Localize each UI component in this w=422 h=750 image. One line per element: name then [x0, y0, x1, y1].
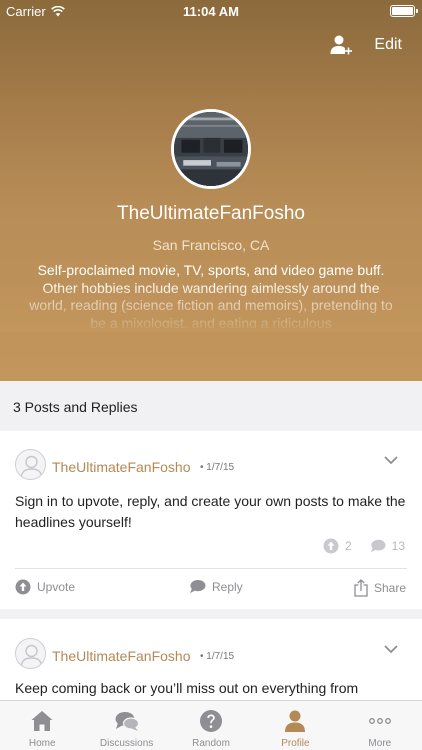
post-body: Keep coming back or you’ll miss out on e… — [15, 680, 359, 696]
tab-label: Profile — [281, 738, 310, 749]
tab-label: Discussions — [99, 738, 154, 749]
post-card[interactable]: TheUltimateFanFosho • 1/7/15 Sign in to … — [0, 431, 422, 609]
status-bar: Carrier 11:04 AM — [0, 0, 422, 22]
posts-count-title: 3 Posts and Replies — [13, 399, 138, 415]
user-placeholder-icon — [20, 644, 43, 668]
chevron-down-icon[interactable] — [384, 456, 398, 465]
tab-bar: Home Discussions Random Profile More — [0, 700, 422, 750]
upvote-count-icon — [323, 538, 339, 554]
upvote-button[interactable]: Upvote — [15, 579, 75, 595]
battery-icon — [390, 5, 418, 17]
upvote-count: 2 — [344, 539, 352, 553]
post-date: • 1/7/15 — [200, 651, 235, 662]
share-label: Share — [373, 581, 406, 595]
comment-count: 13 — [391, 539, 405, 553]
divider — [15, 568, 407, 569]
tab-random[interactable]: Random — [169, 701, 253, 750]
reply-button[interactable]: Reply — [189, 579, 243, 594]
reply-icon — [190, 579, 206, 594]
profile-icon — [285, 710, 306, 732]
tab-label: Random — [192, 738, 230, 749]
tab-more[interactable]: More — [338, 701, 422, 750]
chevron-down-icon[interactable] — [384, 645, 398, 654]
share-button[interactable]: Share — [354, 579, 406, 597]
home-icon — [31, 711, 53, 731]
profile-avatar[interactable] — [171, 109, 251, 189]
upvote-label: Upvote — [37, 580, 76, 594]
tab-profile[interactable]: Profile — [253, 701, 337, 750]
post-actions: Upvote Reply Share — [0, 579, 422, 603]
tab-label: Home — [28, 738, 56, 749]
edit-button[interactable]: Edit — [374, 36, 402, 54]
tab-home[interactable]: Home — [0, 701, 84, 750]
post-card[interactable]: TheUltimateFanFosho • 1/7/15 Keep coming… — [0, 619, 422, 700]
post-stats: 2 13 — [323, 538, 405, 554]
profile-username: TheUltimateFanFosho — [117, 203, 305, 224]
post-author-name[interactable]: TheUltimateFanFosho — [52, 648, 191, 664]
post-body: Sign in to upvote, reply, and create you… — [15, 493, 406, 530]
discussions-icon — [115, 712, 139, 731]
posts-section-header: 3 Posts and Replies — [0, 381, 422, 431]
reply-label: Reply — [212, 579, 243, 594]
status-time: 11:04 AM — [183, 4, 239, 19]
bio-fade — [0, 282, 422, 332]
tab-discussions[interactable]: Discussions — [84, 701, 168, 750]
profile-location: San Francisco, CA — [152, 237, 270, 253]
user-placeholder-icon — [20, 455, 43, 479]
share-icon — [354, 579, 368, 597]
add-user-icon[interactable] — [330, 34, 353, 56]
tab-label: More — [368, 738, 392, 749]
upvote-icon — [15, 579, 31, 595]
post-author-name[interactable]: TheUltimateFanFosho — [52, 459, 191, 475]
post-date: • 1/7/15 — [200, 462, 235, 473]
more-icon — [368, 718, 391, 724]
random-icon — [200, 710, 223, 732]
profile-header: Carrier 11:04 AM Edit TheUltimateFanFosh… — [0, 0, 422, 381]
comment-count-icon — [370, 539, 386, 553]
profile-photo — [174, 112, 248, 186]
header-actions: Edit — [330, 34, 402, 56]
post-author-avatar[interactable] — [15, 638, 46, 669]
post-author-avatar[interactable] — [15, 449, 46, 480]
